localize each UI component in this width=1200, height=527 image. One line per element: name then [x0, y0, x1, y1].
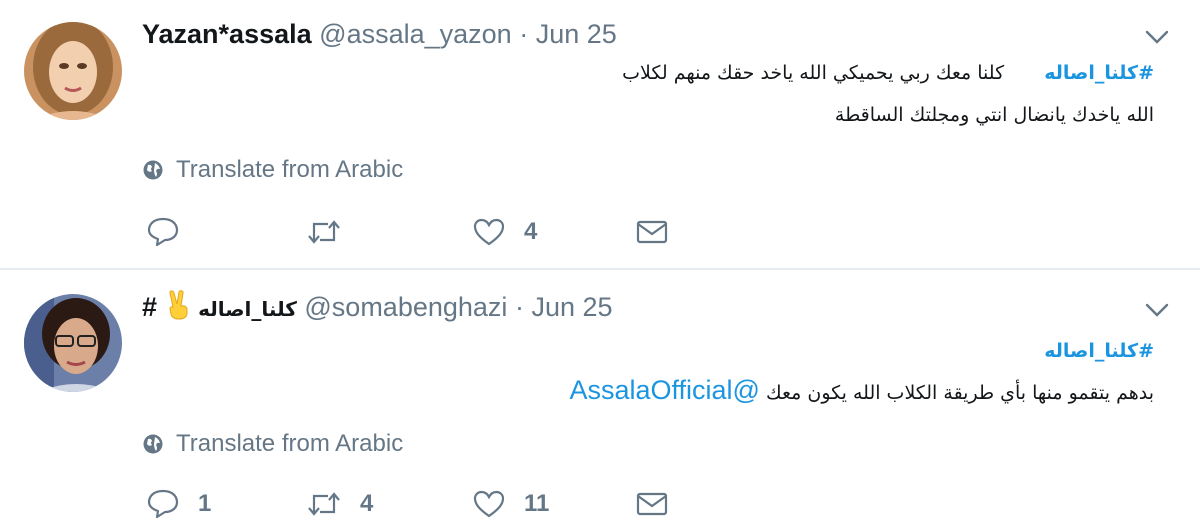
- reply-icon: [147, 489, 179, 519]
- reply-button[interactable]: [146, 212, 198, 252]
- separator: ·: [519, 19, 529, 49]
- display-name-prefix[interactable]: #: [142, 292, 157, 322]
- timestamp[interactable]: Jun 25: [531, 292, 612, 322]
- globe-icon: [143, 434, 163, 454]
- hashtag-link[interactable]: #كلنا_اصاله: [1044, 62, 1154, 84]
- hashtag-link[interactable]: #كلنا_اصاله: [1044, 340, 1154, 362]
- tweet-header: # كلنا_اصاله @somabenghazi · Jun 25: [142, 290, 613, 327]
- tweet-text-line: #كلنا_اصاله كلنا معك ربي يحميكي الله ياخ…: [622, 62, 1154, 84]
- reply-count: 1: [198, 490, 212, 517]
- tweet-text-line: بدهم يتقمو منها بأي طريقة الكلاب الله يك…: [569, 375, 1154, 406]
- translate-link[interactable]: Translate from Arabic: [142, 156, 403, 184]
- handle[interactable]: @somabenghazi: [304, 292, 507, 322]
- chevron-down-icon[interactable]: [1144, 28, 1170, 46]
- like-count: 11: [524, 490, 550, 517]
- reply-button[interactable]: 1: [146, 484, 211, 524]
- heart-icon: [473, 490, 505, 518]
- retweet-icon: [308, 220, 340, 244]
- retweet-count: 4: [360, 490, 374, 517]
- heart-icon: [473, 218, 505, 246]
- retweet-button[interactable]: 4: [306, 484, 373, 524]
- avatar[interactable]: [24, 22, 122, 120]
- tweet-header: Yazan*assala @assala_yazon · Jun 25: [142, 18, 617, 50]
- like-button[interactable]: 4: [472, 212, 537, 252]
- envelope-icon: [636, 220, 668, 244]
- tweet-text-line: الله ياخدك يانضال انتي ومجلتك الساقطة: [835, 104, 1154, 126]
- display-name[interactable]: كلنا_اصاله: [198, 297, 297, 321]
- translate-link[interactable]: Translate from Arabic: [142, 430, 403, 458]
- tweet-text: بدهم يتقمو منها بأي طريقة الكلاب الله يك…: [765, 382, 1154, 404]
- translate-label: Translate from Arabic: [176, 156, 404, 183]
- tweet-text: كلنا معك ربي يحميكي الله ياخد حقك منهم ل…: [622, 62, 1005, 84]
- tweet[interactable]: # كلنا_اصاله @somabenghazi · Jun 25 #كلن…: [0, 270, 1200, 527]
- translate-label: Translate from Arabic: [176, 430, 404, 457]
- victory-hand-icon: [165, 290, 191, 327]
- timestamp[interactable]: Jun 25: [536, 19, 617, 49]
- handle[interactable]: @assala_yazon: [319, 19, 512, 49]
- like-count: 4: [524, 218, 538, 245]
- tweet-actions: 4: [146, 212, 706, 252]
- tweet-actions: 1 4 11: [146, 484, 706, 524]
- avatar[interactable]: [24, 294, 122, 392]
- envelope-icon: [636, 492, 668, 516]
- tweet-text: الله ياخدك يانضال انتي ومجلتك الساقطة: [834, 104, 1154, 126]
- separator: ·: [514, 292, 524, 322]
- retweet-icon: [308, 492, 340, 516]
- mention-link[interactable]: @AssalaOfficial: [569, 375, 760, 405]
- tweet-text-line: #كلنا_اصاله: [1044, 340, 1154, 362]
- retweet-button[interactable]: [306, 212, 360, 252]
- like-button[interactable]: 11: [472, 484, 549, 524]
- globe-icon: [143, 160, 163, 180]
- reply-icon: [147, 217, 179, 247]
- direct-message-button[interactable]: [636, 484, 668, 524]
- direct-message-button[interactable]: [636, 212, 668, 252]
- tweet[interactable]: Yazan*assala @assala_yazon · Jun 25 #كلن…: [0, 0, 1200, 270]
- display-name[interactable]: Yazan*assala: [142, 19, 312, 49]
- chevron-down-icon[interactable]: [1144, 301, 1170, 319]
